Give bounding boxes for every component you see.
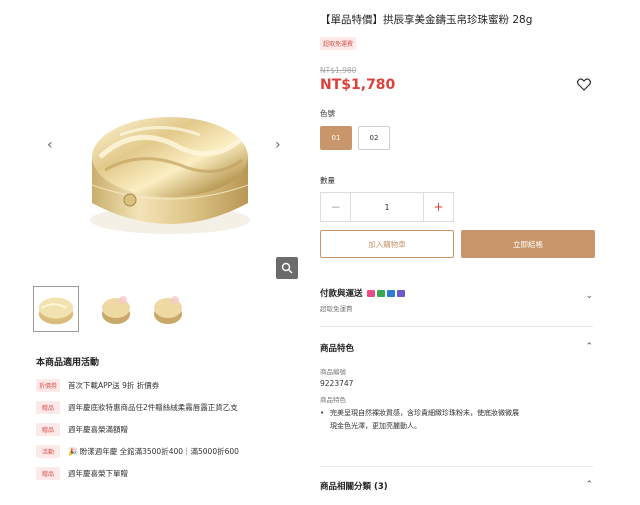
chevron-up-icon[interactable]: ⌃ xyxy=(585,480,593,490)
applicable-activities: 本商品適用活動 折價券 首次下載APP送 9折 折價券 贈品 週年慶底妝特惠商品… xyxy=(36,355,326,486)
chevron-down-icon[interactable]: ⌄ xyxy=(585,291,593,301)
feature-line: 現金色光澤，更加亮麗動人。 xyxy=(330,422,421,430)
chevron-left-icon[interactable]: ‹ xyxy=(47,138,53,152)
category-section-title: 商品相關分類 (3) xyxy=(320,482,388,492)
product-code-value: 9223747 xyxy=(320,379,354,388)
activity-text: 首次下載APP送 9折 折價券 xyxy=(68,380,160,390)
payment-icon xyxy=(376,289,385,297)
thumbnail-1[interactable] xyxy=(33,286,79,332)
feature-label: 商品特色 xyxy=(320,396,346,404)
zoom-button[interactable] xyxy=(276,257,298,279)
product-main-image xyxy=(90,117,250,234)
payment-section-title: 付款與運送 xyxy=(320,289,363,299)
payment-section-subtitle: 超取免運費 xyxy=(320,305,353,313)
add-to-cart-button[interactable]: 加入購物車 xyxy=(320,230,454,258)
color-label: 色號 xyxy=(320,109,335,118)
section-divider xyxy=(320,326,593,327)
product-title: 【單品特價】拱辰享美金鑄玉帛珍珠蜜粉 28g xyxy=(320,14,533,26)
buy-now-button[interactable]: 立即結帳 xyxy=(461,230,595,258)
activities-title: 本商品適用活動 xyxy=(36,358,100,368)
color-option-02[interactable]: 02 xyxy=(358,126,390,150)
activity-badge: 折價券 xyxy=(36,378,61,392)
activity-item[interactable]: 贈品 週年慶底妝特惠商品任2件贈絲絨柔霧唇露正貨乙支 xyxy=(36,398,326,416)
section-divider xyxy=(320,466,593,467)
activity-item[interactable]: 贈品 週年慶喜榮下單贈 xyxy=(36,464,326,482)
payment-icon xyxy=(366,289,375,297)
features-section: 商品特色 ⌃ 商品編號 9223747 商品特色 • 完美呈現自然裸妝質感，含珍… xyxy=(320,342,593,433)
quantity-input[interactable]: 1 xyxy=(351,193,423,221)
payment-shipping-section[interactable]: 付款與運送 超取免運費 ⌄ xyxy=(320,287,593,313)
quantity-increase-button[interactable]: + xyxy=(423,193,453,221)
product-gallery: ‹ › xyxy=(0,0,310,290)
features-section-title: 商品特色 xyxy=(320,344,355,354)
quantity-stepper: − 1 + xyxy=(320,192,454,222)
feature-line: 完美呈現自然裸妝質感，含珍貴細緻珍珠粉末，使底妝微微展 xyxy=(330,409,519,417)
activity-badge: 活動 xyxy=(36,444,60,458)
activity-badge: 贈品 xyxy=(36,466,60,480)
sale-price: NT$1,780 xyxy=(320,77,396,93)
feature-bullet: • xyxy=(320,409,325,417)
feature-text: • 完美呈現自然裸妝質感，含珍貴細緻珍珠粉末，使底妝微微展 現金色光澤，更加亮麗… xyxy=(320,407,593,433)
activity-text: 🎉 盼漾週年慶 全館滿3500折400｜滿5000折600 xyxy=(68,446,239,456)
payment-icon xyxy=(396,289,405,297)
activity-badge: 贈品 xyxy=(36,422,60,436)
activity-text: 週年慶喜榮下單贈 xyxy=(68,468,128,478)
heart-icon[interactable] xyxy=(577,78,591,91)
payment-method-icons xyxy=(366,289,405,297)
chevron-right-icon[interactable]: › xyxy=(275,138,281,152)
shipping-badge: 超取免運費 xyxy=(320,37,357,50)
payment-icon xyxy=(386,289,395,297)
activity-badge: 贈品 xyxy=(36,400,60,414)
activity-item[interactable]: 活動 🎉 盼漾週年慶 全館滿3500折400｜滿5000折600 xyxy=(36,442,326,460)
category-section[interactable]: 商品相關分類 (3) ⌃ xyxy=(320,480,593,492)
magnifier-icon xyxy=(281,262,293,274)
thumbnail-2[interactable] xyxy=(93,286,139,332)
activity-item[interactable]: 贈品 週年慶喜榮滿額贈 xyxy=(36,420,326,438)
chevron-up-icon[interactable]: ⌃ xyxy=(585,342,593,352)
thumbnail-3[interactable] xyxy=(145,286,191,332)
activity-item[interactable]: 折價券 首次下載APP送 9折 折價券 xyxy=(36,376,326,394)
activity-text: 週年慶底妝特惠商品任2件贈絲絨柔霧唇露正貨乙支 xyxy=(68,402,238,412)
activity-text: 週年慶喜榮滿額贈 xyxy=(68,424,128,434)
quantity-label: 數量 xyxy=(320,176,335,185)
original-price: NT$1,980 xyxy=(320,66,357,75)
color-option-01[interactable]: 01 xyxy=(320,126,352,150)
product-code-label: 商品編號 xyxy=(320,368,346,376)
quantity-decrease-button[interactable]: − xyxy=(321,193,351,221)
